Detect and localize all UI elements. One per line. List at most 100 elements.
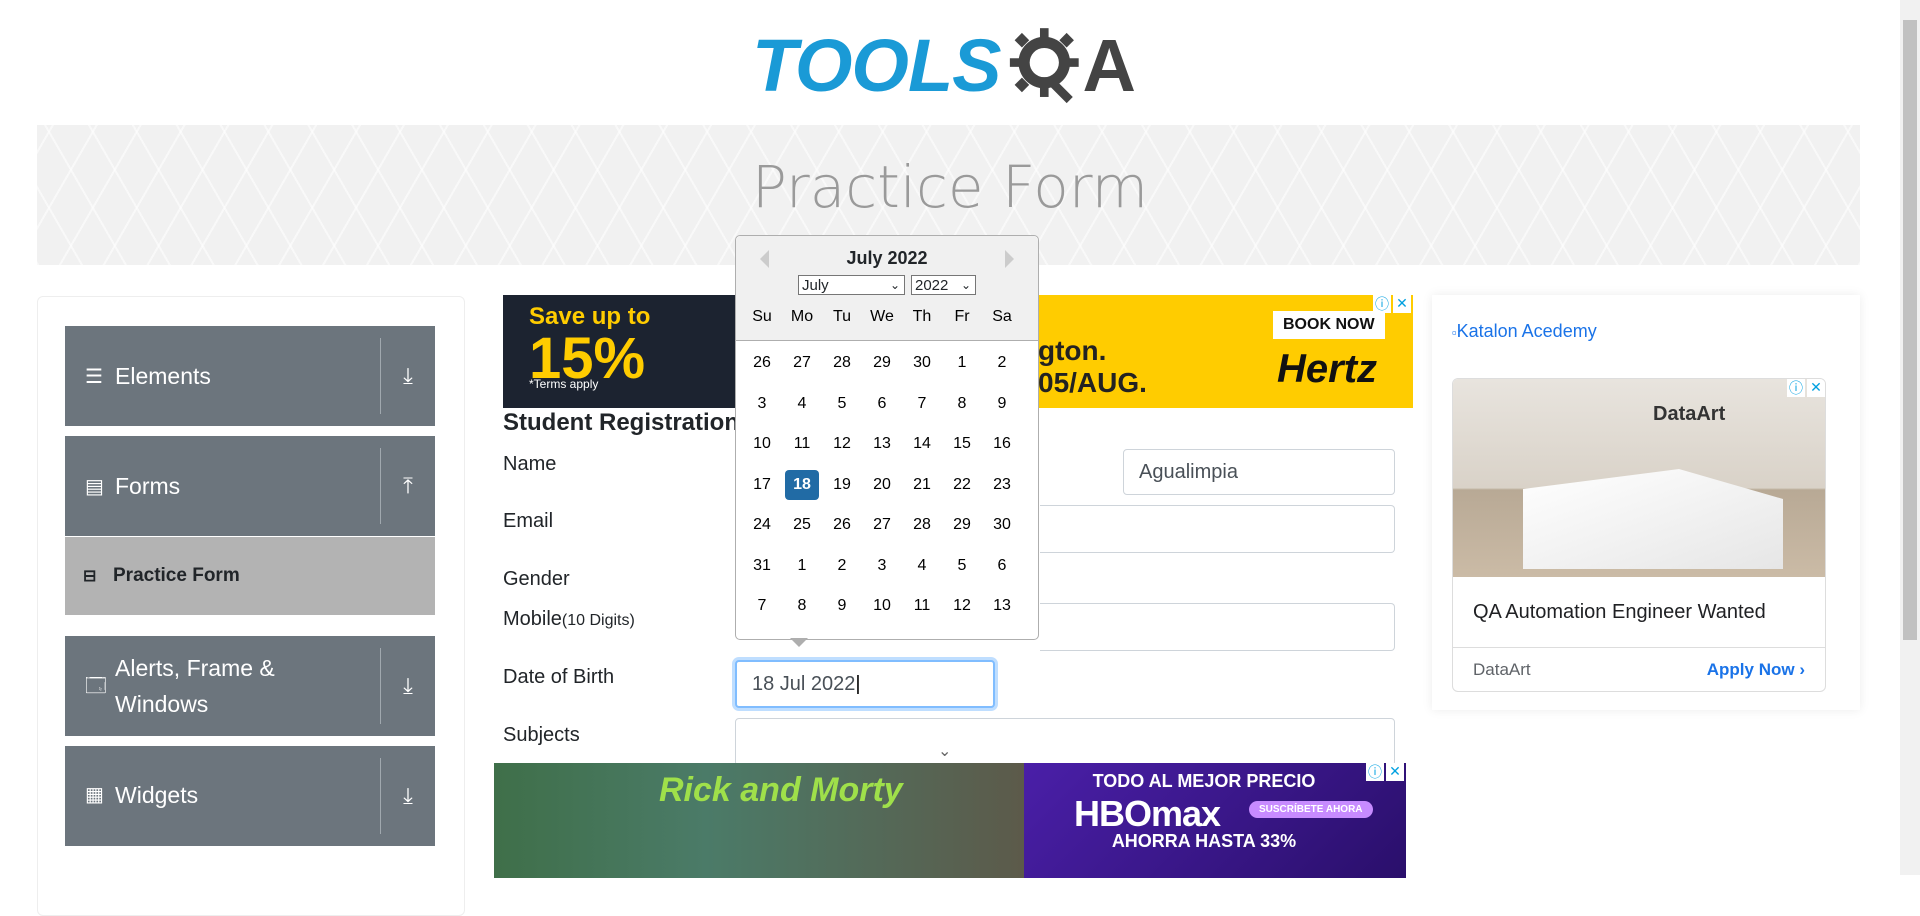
dataart-ad-card[interactable]: DataArt ⓘ ✕ QA Automation Engineer Wante… — [1452, 378, 1826, 692]
calendar-day[interactable]: 13 — [865, 429, 899, 459]
calendar-day[interactable]: 15 — [945, 429, 979, 459]
calendar-day[interactable]: 30 — [985, 510, 1019, 540]
calendar-day[interactable]: 11 — [785, 429, 819, 459]
calendar-day[interactable]: 11 — [905, 591, 939, 621]
calendar-day[interactable]: 12 — [945, 591, 979, 621]
calendar-day[interactable]: 19 — [825, 470, 859, 500]
calendar-day[interactable]: 1 — [785, 551, 819, 581]
calendar-day[interactable]: 23 — [985, 470, 1019, 500]
calendar-day[interactable]: 28 — [825, 348, 859, 378]
sidebar-group-widgets[interactable]: ▦ Widgets ⤓ — [65, 746, 435, 846]
download-icon[interactable]: ⤓ — [380, 648, 435, 724]
sidebar-item-practice-form[interactable]: ⊟ Practice Form — [65, 537, 435, 615]
day-name-mo: Mo — [790, 308, 814, 325]
group-label: Widgets — [115, 782, 199, 808]
download-icon[interactable]: ⤓ — [380, 758, 435, 834]
calendar-day[interactable]: 3 — [865, 551, 899, 581]
date-of-birth-input[interactable]: 18 Jul 2022 | — [735, 660, 995, 708]
book-now-button[interactable]: BOOK NOW — [1273, 311, 1385, 339]
dob-value: 18 Jul 2022 — [752, 672, 856, 695]
calendar-day[interactable]: 10 — [745, 429, 779, 459]
calendar-day[interactable]: 21 — [905, 470, 939, 500]
calendar-day[interactable]: 14 — [905, 429, 939, 459]
calendar-day[interactable]: 30 — [905, 348, 939, 378]
calendar-day[interactable]: 29 — [945, 510, 979, 540]
gender-label: Gender — [503, 568, 570, 590]
mobile-label-text: Mobile — [503, 608, 562, 630]
calendar-day[interactable]: 6 — [985, 551, 1019, 581]
calendar-day[interactable]: 7 — [745, 591, 779, 621]
calendar-day[interactable]: 28 — [905, 510, 939, 540]
calendar-day[interactable]: 7 — [905, 389, 939, 419]
window-icon: 🗔 — [85, 675, 107, 697]
calendar-day[interactable]: 5 — [825, 389, 859, 419]
calendar-day[interactable]: 27 — [785, 348, 819, 378]
calendar-day[interactable]: 22 — [945, 470, 979, 500]
calendar-day[interactable]: 12 — [825, 429, 859, 459]
close-icon[interactable]: ✕ — [1807, 379, 1825, 397]
adchoices-icon[interactable]: ⓘ — [1787, 379, 1805, 397]
year-select[interactable]: 2022 ⌄ — [911, 275, 976, 295]
calendar-day[interactable]: 25 — [785, 510, 819, 540]
adchoices-icon[interactable]: ⓘ — [1366, 763, 1384, 781]
email-input[interactable] — [1040, 505, 1395, 553]
chevron-down-icon: ⌄ — [938, 743, 952, 760]
sidebar-group-elements[interactable]: ☰ Elements ⤓ — [65, 326, 435, 426]
calendar-day[interactable]: 5 — [945, 551, 979, 581]
calendar-day[interactable]: 26 — [825, 510, 859, 540]
calendar-day[interactable]: 3 — [745, 389, 779, 419]
sidebar-group-alerts[interactable]: 🗔 Alerts, Frame & Windows ⤓ — [65, 636, 435, 736]
calendar-day[interactable]: 16 — [985, 429, 1019, 459]
close-icon[interactable]: ✕ — [1393, 295, 1411, 313]
scrollbar-thumb[interactable] — [1903, 20, 1917, 640]
calendar-day[interactable]: 9 — [825, 591, 859, 621]
calendar-day[interactable]: 6 — [865, 389, 899, 419]
mobile-label: Mobile(10 Digits) — [503, 608, 635, 631]
sidebar-group-forms[interactable]: ▤ Forms ⤒ — [65, 436, 435, 536]
hbo-line2: AHORRA HASTA 33% — [1111, 831, 1297, 851]
month-select[interactable]: July ⌄ — [798, 275, 905, 295]
calendar-day[interactable]: 18 — [785, 469, 819, 500]
katalon-academy-link[interactable]: ▫Katalon Acedemy — [1452, 321, 1597, 342]
subjects-label: Subjects — [503, 724, 580, 746]
calendar-day[interactable]: 4 — [785, 389, 819, 419]
date-picker-pointer — [790, 638, 808, 647]
mobile-input[interactable] — [1040, 603, 1395, 651]
calendar-day[interactable]: 2 — [985, 348, 1019, 378]
calendar-day[interactable]: 13 — [985, 591, 1019, 621]
subscribe-button[interactable]: SUSCRÍBETE AHORA — [1249, 801, 1373, 818]
calendar-day[interactable]: 2 — [825, 551, 859, 581]
day-name-fr: Fr — [954, 308, 970, 325]
hbo-max-ad[interactable]: Rick and Morty TODO AL MEJOR PRECIO HBOm… — [494, 763, 1406, 878]
calendar-day[interactable]: 29 — [865, 348, 899, 378]
calendar-day[interactable]: 31 — [745, 551, 779, 581]
calendar-day[interactable]: 8 — [785, 591, 819, 621]
calendar-day[interactable]: 1 — [945, 348, 979, 378]
chevron-down-icon: ⌄ — [889, 278, 900, 292]
hbo-max-logo: HBOmax — [1074, 793, 1221, 834]
form-icon: ⊟ — [83, 568, 97, 585]
calendar-day[interactable]: 24 — [745, 510, 779, 540]
ad-mid-line1: gton. — [1038, 335, 1107, 366]
day-name-we: We — [870, 308, 894, 325]
day-name-th: Th — [912, 308, 932, 325]
calendar-day[interactable]: 20 — [865, 470, 899, 500]
calendar-day[interactable]: 17 — [745, 470, 779, 500]
last-name-input[interactable]: Agualimpia — [1123, 449, 1395, 495]
calendar-day[interactable]: 10 — [865, 591, 899, 621]
next-month-button[interactable] — [1005, 250, 1014, 268]
upload-icon[interactable]: ⤒ — [380, 448, 435, 524]
download-icon[interactable]: ⤓ — [380, 338, 435, 414]
adchoices-icon[interactable]: ⓘ — [1373, 295, 1391, 313]
calendar-day[interactable]: 4 — [905, 551, 939, 581]
calendar-day[interactable]: 26 — [745, 348, 779, 378]
ad-title[interactable]: QA Automation Engineer Wanted — [1473, 601, 1766, 624]
calendar-day[interactable]: 27 — [865, 510, 899, 540]
calendar-day[interactable]: 9 — [985, 389, 1019, 419]
toolsqa-logo[interactable]: TOOLS A — [752, 18, 1152, 113]
subjects-input[interactable]: ⌄ — [735, 718, 1395, 766]
calendar-day[interactable]: 8 — [945, 389, 979, 419]
close-icon[interactable]: ✕ — [1386, 763, 1404, 781]
apply-now-button[interactable]: Apply Now › — [1707, 660, 1805, 680]
ad-footer: DataArt Apply Now › — [1453, 647, 1825, 691]
